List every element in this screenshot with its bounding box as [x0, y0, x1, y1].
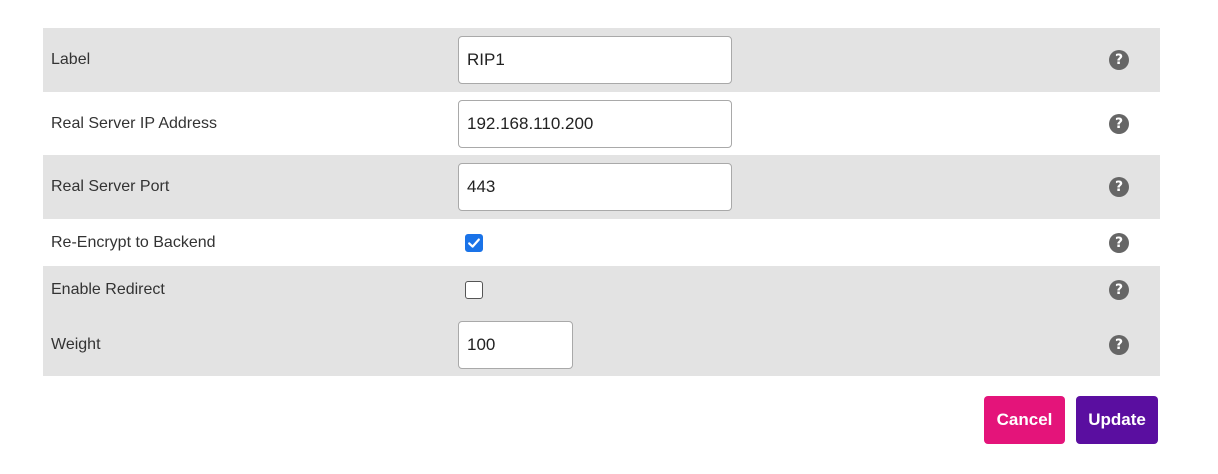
- ip-address-label: Real Server IP Address: [51, 114, 218, 132]
- help-icon-port[interactable]: ?: [1109, 177, 1129, 197]
- redirect-checkbox-wrap: [465, 280, 483, 299]
- update-button[interactable]: Update: [1076, 396, 1158, 444]
- row-ip-address: Real Server IP Address ?: [43, 92, 1160, 155]
- row-label: Label ?: [43, 28, 1160, 92]
- help-icon-reencrypt[interactable]: ?: [1109, 232, 1129, 253]
- help-icon-ip-address[interactable]: ?: [1109, 113, 1129, 134]
- port-label: Real Server Port: [51, 178, 170, 195]
- weight-label: Weight: [51, 335, 101, 353]
- label-input[interactable]: [458, 36, 732, 84]
- help-icon-label[interactable]: ?: [1109, 50, 1129, 70]
- form-actions: Cancel Update: [984, 396, 1158, 444]
- reencrypt-checkbox-wrap: [465, 233, 483, 252]
- reencrypt-checkbox[interactable]: [465, 233, 483, 252]
- row-weight: Weight ?: [43, 313, 1160, 376]
- help-icon-redirect[interactable]: ?: [1109, 279, 1129, 300]
- weight-input[interactable]: [458, 320, 573, 369]
- real-server-form: Label ? Real Server IP Address ? Real Se…: [43, 28, 1160, 376]
- reencrypt-label: Re-Encrypt to Backend: [51, 233, 216, 251]
- cancel-button[interactable]: Cancel: [984, 396, 1065, 444]
- checkmark-icon: [468, 238, 480, 248]
- ip-address-input[interactable]: [458, 99, 732, 148]
- row-redirect: Enable Redirect ?: [43, 266, 1160, 313]
- row-port: Real Server Port ?: [43, 155, 1160, 219]
- row-reencrypt: Re-Encrypt to Backend ?: [43, 219, 1160, 266]
- redirect-checkbox[interactable]: [465, 280, 483, 299]
- label-field-label: Label: [51, 51, 91, 68]
- help-icon-weight[interactable]: ?: [1109, 334, 1129, 355]
- redirect-label: Enable Redirect: [51, 280, 165, 298]
- port-input[interactable]: [458, 163, 732, 211]
